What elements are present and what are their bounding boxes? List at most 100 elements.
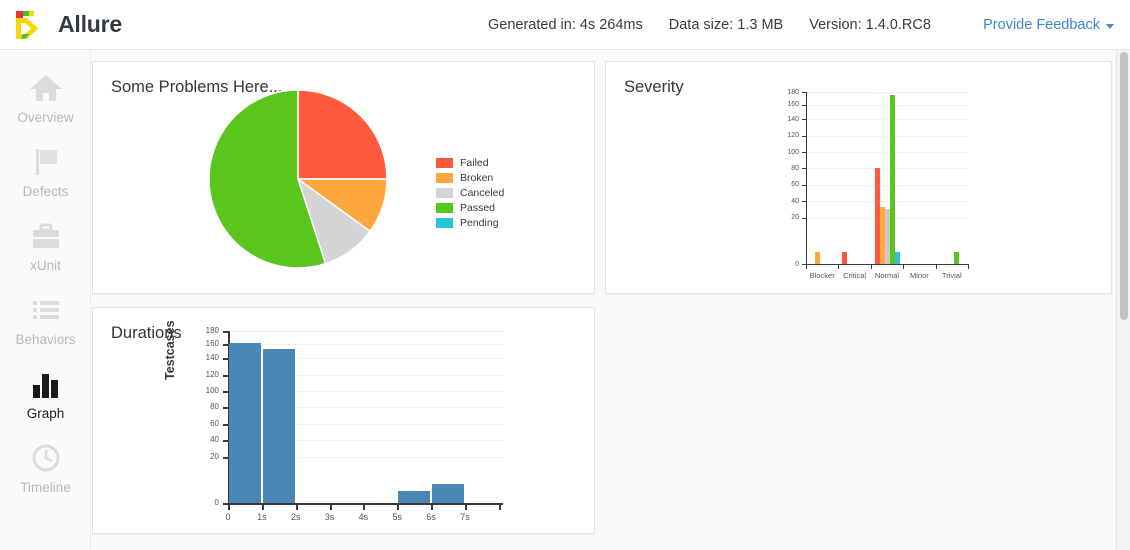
gridline [806,135,968,137]
y-tick-label: 140 [787,115,799,123]
status-pie-chart[interactable] [208,89,388,269]
pie-legend: Failed Broken Canceled Passed Pending [436,156,504,229]
sidebar-item-graph[interactable]: Graph [0,356,91,430]
y-tick-label: 180 [787,88,799,96]
y-tick-label: 0 [795,260,799,268]
legend-label: Broken [460,171,494,184]
durations-bar-chart[interactable]: 0 20 40 60 80 100 120 140 160 180 0 1s 2s 3s 4s 5s 6s 7s [193,321,503,531]
gridline [806,119,968,121]
legend-swatch-icon [436,157,453,168]
legend-swatch-icon [436,202,453,213]
x-tick-mark [363,504,366,510]
legend-label: Pending [460,216,499,229]
severity-bar[interactable] [842,252,848,264]
legend-swatch-icon [436,172,453,183]
sidebar-item-label-behaviors: Behaviors [15,332,76,347]
gridline [228,343,503,345]
y-tick-label: 100 [787,148,799,156]
x-tick-mark [498,504,501,510]
legend-swatch-icon [436,187,453,198]
x-tick-label: 4s [358,512,369,522]
severity-bar[interactable] [814,252,820,264]
durations-y-axis-label: Testcases [163,320,177,380]
allure-logo-icon [13,8,47,42]
version-text: Version: 1.4.0.RC8 [809,17,931,33]
legend-label: Failed [460,156,489,169]
x-tick-mark [397,504,400,510]
x-tick-label: 1s [257,512,267,522]
x-tick-label: Blocker [809,271,835,280]
x-tick-mark [935,264,937,269]
x-tick-label: Minor [910,271,929,280]
x-tick-label: 0 [225,512,231,522]
y-tick-label: 40 [791,197,799,205]
x-tick-mark [295,504,298,510]
duration-bar[interactable] [262,348,295,503]
x-tick-mark [806,264,807,269]
sidebar-item-behaviors[interactable]: Behaviors [0,282,91,356]
y-tick-label: 100 [205,386,219,396]
legend-item-canceled[interactable]: Canceled [436,186,504,199]
y-tick-label: 160 [205,338,219,348]
y-tick-label: 140 [205,353,219,363]
x-tick-label: 7s [460,512,470,522]
brand[interactable]: Allure [13,8,122,42]
severity-panel-title: Severity [624,78,684,96]
clock-icon [31,439,61,473]
legend-label: Passed [460,201,496,214]
y-tick-label: 160 [787,101,799,109]
legend-swatch-icon [436,217,453,228]
severity-bar[interactable] [894,252,900,264]
pie-slice[interactable] [297,89,388,180]
x-tick-label: 6s [426,512,436,522]
x-tick-mark [870,264,872,269]
legend-item-failed[interactable]: Failed [436,156,504,169]
sidebar-item-label-timeline: Timeline [20,480,71,495]
x-tick-mark [968,264,969,269]
scrollbar-thumb[interactable] [1120,52,1128,320]
duration-bar[interactable] [229,343,261,503]
chevron-down-icon [1106,24,1114,29]
y-tick-label: 0 [214,498,219,507]
generated-in-text: Generated in: 4s 264ms [488,17,643,33]
home-icon [29,69,63,103]
severity-bar[interactable] [889,95,895,264]
sidebar-item-defects[interactable]: Defects [0,134,91,208]
x-tick-mark [465,504,467,510]
sidebar: Overview Defects xUnit Behaviors Graph T… [0,50,91,550]
data-size-text: Data size: 1.3 MB [668,17,784,33]
x-tick-label: Critical [843,271,867,280]
provide-feedback-label: Provide Feedback [983,17,1100,33]
sidebar-item-xunit[interactable]: xUnit [0,208,91,282]
y-tick-label: 120 [205,369,219,379]
y-tick-label: 120 [787,132,799,140]
duration-bar[interactable] [398,491,431,503]
header-meta: Generated in: 4s 264ms Data size: 1.3 MB… [488,0,931,50]
sidebar-item-overview[interactable]: Overview [0,60,91,134]
legend-item-passed[interactable]: Passed [436,201,504,214]
legend-item-pending[interactable]: Pending [436,216,504,229]
severity-bar[interactable] [954,252,960,264]
gridline [806,104,968,106]
x-tick-mark [329,504,332,510]
y-tick-label: 80 [210,402,219,412]
y-tick-label: 40 [210,435,219,445]
x-tick-label: 5s [392,512,403,522]
legend-item-broken[interactable]: Broken [436,171,504,184]
severity-panel: Severity 0 20 40 60 80 100 120 140 160 180 Blocker… [605,61,1112,294]
x-tick-mark [228,504,230,510]
vertical-scrollbar[interactable] [1116,50,1130,550]
briefcase-icon [30,217,62,251]
legend-label: Canceled [460,186,505,199]
provide-feedback-button[interactable]: Provide Feedback [983,0,1114,50]
flag-icon [31,143,61,177]
y-tick-label: 60 [210,418,219,428]
severity-bar-chart[interactable]: 0 20 40 60 80 100 120 140 160 180 Blocker Critical N… [778,82,969,282]
sidebar-item-timeline[interactable]: Timeline [0,430,91,504]
x-tick-mark [838,264,840,269]
y-tick-label: 180 [205,326,219,335]
duration-bar[interactable] [432,484,464,503]
gridline [806,184,968,186]
gridline [228,331,503,332]
sidebar-item-label-graph: Graph [26,406,65,421]
